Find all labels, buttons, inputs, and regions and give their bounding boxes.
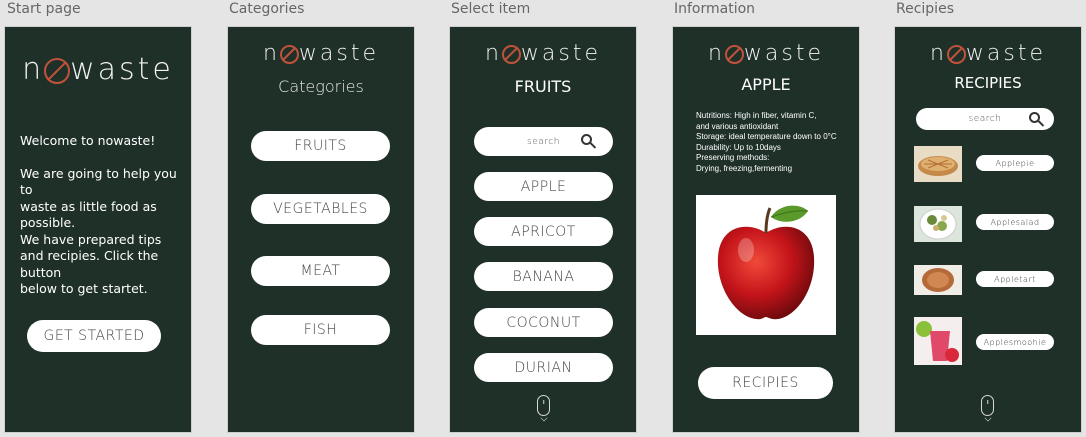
nutritions-text: Nutritions: High in fiber, vitamin C, [696,111,817,120]
logo-suffix: waste [743,41,825,66]
start-screen: n waste Welcome to nowaste! We are going … [4,26,192,433]
scroll-mouse-icon [537,395,550,416]
logo: n waste [450,41,636,66]
category-meat-button[interactable]: MEAT [251,256,390,286]
logo-slash-o-icon [724,44,744,64]
fruit-apricot-button[interactable]: APRICOT [474,217,613,246]
search-placeholder: search [527,136,560,147]
welcome-text: Welcome to nowaste! We are going to help… [20,133,191,298]
search-placeholder: search [968,114,1002,124]
welcome-line: below to get startet. [20,281,148,296]
logo-prefix: n [707,41,725,66]
logo-suffix: waste [520,41,602,66]
search-input[interactable]: search [916,108,1054,130]
frame-title-select: Select item [451,1,531,17]
applesalad-image [914,206,962,242]
get-started-button[interactable]: GET STARTED [27,320,161,352]
storage-text: Storage: ideal temperature down to 0°C [696,132,837,141]
recipe-applesalad-button[interactable]: Applesalad [976,214,1054,230]
logo-slash-o-icon [946,44,966,64]
categories-screen: n waste Categories FRUITS VEGETABLES MEAT… [227,26,415,433]
logo-slash-o-icon [279,44,299,64]
logo: n waste [5,52,191,87]
welcome-line: and recipies. Click the button [20,248,159,280]
welcome-line: We are going to help you to [20,165,177,198]
frame-title-info: Information [674,1,756,17]
durability-text: Durability: Up to 10days [696,142,781,152]
recipe-appletart-button[interactable]: Appletart [976,271,1054,287]
logo-prefix: n [484,41,502,66]
scroll-mouse-icon [981,395,994,416]
fruit-coconut-button[interactable]: COCONUT [474,308,613,337]
frame-title-categories: Categories [229,1,305,17]
fruit-apple-button[interactable]: APPLE [474,172,613,201]
recipe-applesmoothie-button[interactable]: Applesmoohie [976,334,1054,350]
preserving-label: Preserving methods: [696,153,770,162]
page-title: APPLE [741,75,791,94]
select-screen: n waste FRUITS search APPLE APRICOT BANAN… [449,26,637,433]
logo-prefix: n [262,41,280,66]
fruit-banana-button[interactable]: BANANA [474,262,613,291]
recipes-screen: n waste RECIPIES search Applepie Applesal… [894,26,1082,433]
logo-suffix: waste [298,41,380,66]
page-title: RECIPIES [954,74,1022,92]
logo-suffix: waste [965,41,1047,66]
welcome-line: We have prepared tips [20,231,162,247]
recipe-applepie-button[interactable]: Applepie [976,155,1054,171]
info-text: Nutritions: High in fiber, vitamin C, an… [696,111,837,174]
logo-suffix: waste [70,52,174,87]
fruit-durian-button[interactable]: DURIAN [474,353,613,382]
welcome-heading: Welcome to nowaste! [20,133,156,148]
logo-prefix: n [929,41,947,66]
logo-prefix: n [22,52,45,87]
recipies-button[interactable]: RECIPIES [698,367,833,399]
nutritions-text-cont: and various antioxidant [696,121,779,131]
search-input[interactable]: search [474,127,613,156]
applesmoothie-image [914,317,962,365]
page-title: Categories [278,77,364,96]
page-title: FRUITS [514,77,572,96]
apple-image [696,195,836,335]
applepie-image [914,146,962,182]
category-fish-button[interactable]: FISH [251,315,390,345]
logo-slash-o-icon [44,57,71,84]
logo: n waste [673,41,859,66]
category-fruits-button[interactable]: FRUITS [251,131,390,161]
logo-slash-o-icon [501,44,521,64]
appletart-image [914,265,962,295]
search-icon[interactable] [1029,112,1040,123]
logo: n waste [228,41,414,66]
search-icon[interactable] [581,134,592,145]
frame-title-recipes: Recipies [896,1,954,17]
welcome-line: waste as little food as [20,198,157,214]
welcome-line: possible. [20,215,76,230]
category-vegetables-button[interactable]: VEGETABLES [251,194,390,224]
logo: n waste [895,41,1081,66]
preserving-text: Drying, freezing,fermenting [696,163,793,173]
frame-title-start: Start page [7,1,81,17]
info-screen: n waste APPLE Nutritions: High in fiber, … [672,26,860,433]
